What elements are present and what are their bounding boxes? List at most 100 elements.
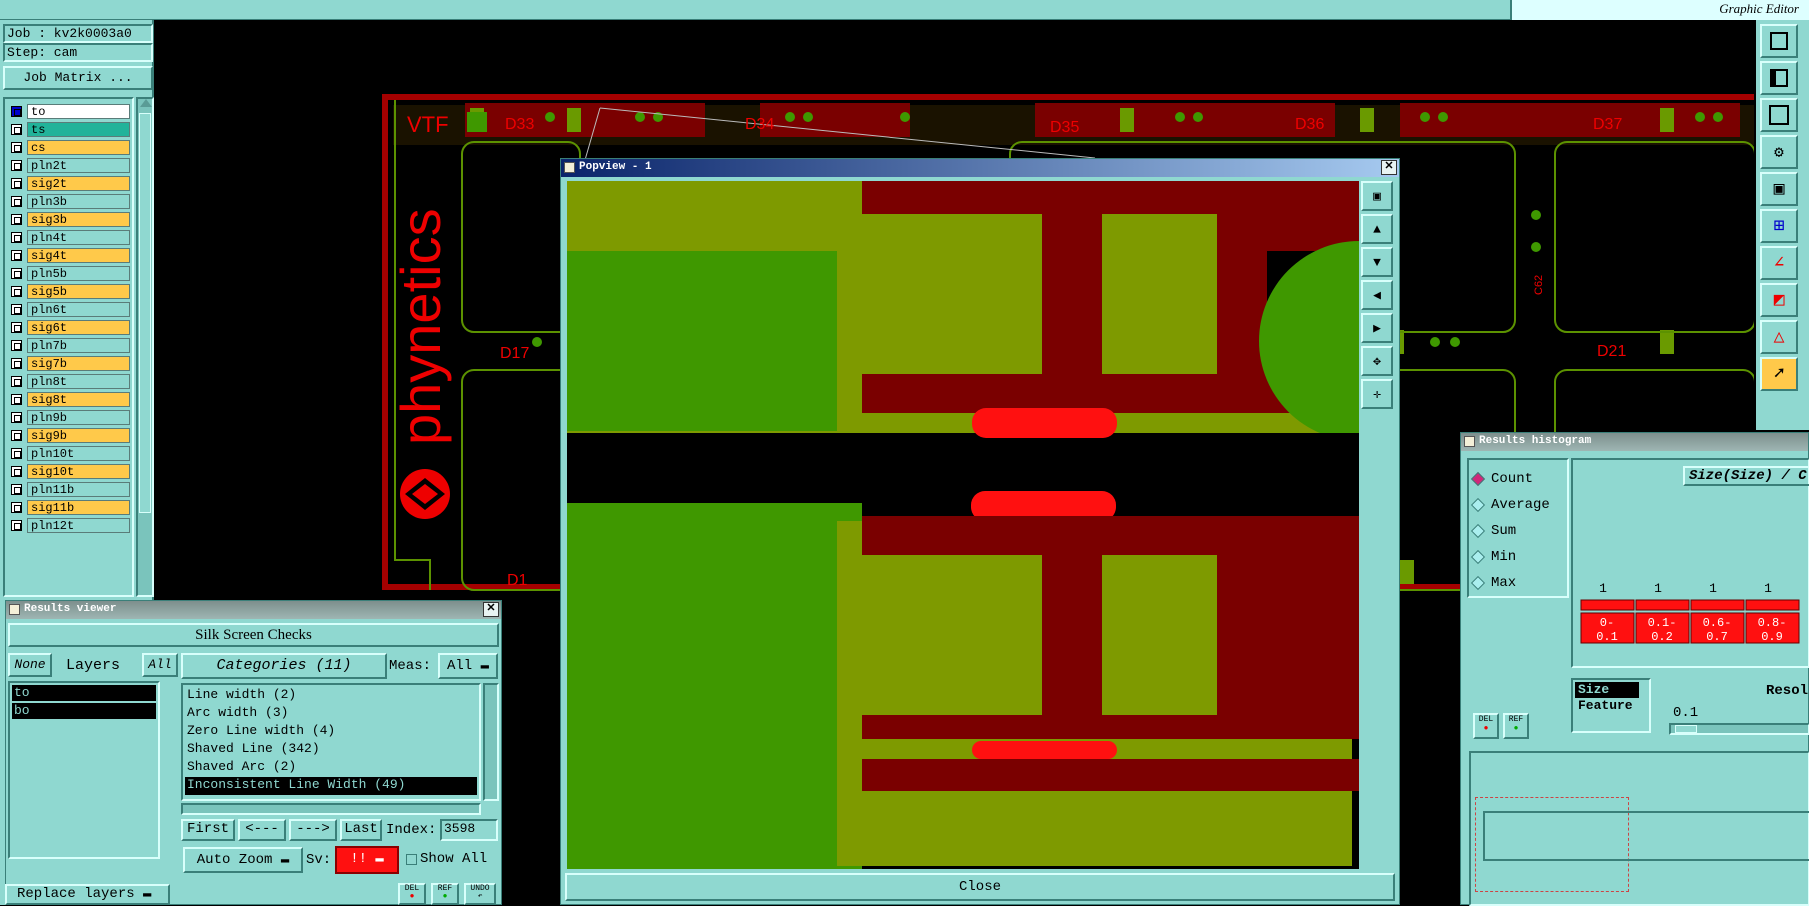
layers-all-button[interactable]: All	[142, 653, 178, 677]
layer-row-sig8t[interactable]: sig8t	[11, 390, 132, 408]
category-scrollbar[interactable]	[483, 683, 499, 801]
popview-zoom-in-tool[interactable]: ▣	[1361, 181, 1393, 211]
layer-row-sig4t[interactable]: sig4t	[11, 246, 132, 264]
category-item[interactable]: Zero Line width (4)	[185, 723, 477, 741]
category-item[interactable]: Arc width (3)	[185, 705, 477, 723]
pointer-tool[interactable]: ➚	[1760, 357, 1798, 391]
field-size[interactable]: Size	[1575, 682, 1639, 698]
mode-max[interactable]: Max	[1470, 570, 1563, 596]
layer-checkbox[interactable]	[11, 231, 22, 243]
popview-canvas[interactable]	[567, 181, 1359, 869]
layer-row-sig2t[interactable]: sig2t	[11, 174, 132, 192]
index-input[interactable]: 3598	[440, 819, 498, 841]
layers-none-button[interactable]: None	[8, 653, 52, 677]
layer-row-sig10t[interactable]: sig10t	[11, 462, 132, 480]
results-viewer-close-icon[interactable]: ✕	[483, 602, 499, 617]
layer-checkbox[interactable]	[11, 357, 22, 369]
bin-bar[interactable]	[1580, 599, 1635, 611]
popview-center-tool[interactable]: ✛	[1361, 379, 1393, 409]
result-layer-item[interactable]: bo	[12, 703, 156, 719]
layer-checkbox[interactable]	[11, 141, 22, 153]
layer-row-sig5b[interactable]: sig5b	[11, 282, 132, 300]
layer-checkbox[interactable]	[11, 321, 22, 333]
layer-row-pln11b[interactable]: pln11b	[11, 480, 132, 498]
mode-sum[interactable]: Sum	[1470, 518, 1563, 544]
layer-checkbox[interactable]	[11, 339, 22, 351]
fit-tool[interactable]	[1760, 98, 1798, 132]
layer-row-sig9b[interactable]: sig9b	[11, 426, 132, 444]
layer-checkbox[interactable]	[11, 105, 22, 117]
popview-fit-tool[interactable]: ✥	[1361, 346, 1393, 376]
layer-row-pln6t[interactable]: pln6t	[11, 300, 132, 318]
feature-tool[interactable]: ◩	[1760, 283, 1798, 317]
layer-row-ts[interactable]: ts	[11, 120, 132, 138]
next-button[interactable]: --->	[289, 819, 337, 841]
popview-pan-down-tool[interactable]: ▼	[1361, 247, 1393, 277]
layer-row-sig11b[interactable]: sig11b	[11, 498, 132, 516]
field-feature[interactable]: Feature	[1575, 698, 1647, 714]
layer-row-pln5b[interactable]: pln5b	[11, 264, 132, 282]
category-item[interactable]: Shaved Arc (2)	[185, 759, 477, 777]
mode-count[interactable]: Count	[1470, 466, 1563, 492]
first-button[interactable]: First	[181, 819, 235, 841]
layer-row-sig6t[interactable]: sig6t	[11, 318, 132, 336]
category-item[interactable]: Line width (2)	[185, 687, 477, 705]
measure-tool[interactable]: ⚙	[1760, 135, 1798, 169]
layer-checkbox[interactable]	[11, 483, 22, 495]
select-tool[interactable]: ▣	[1760, 172, 1798, 206]
zoom-home-tool[interactable]	[1760, 24, 1798, 58]
layer-row-pln9b[interactable]: pln9b	[11, 408, 132, 426]
resol-slider[interactable]	[1669, 723, 1809, 735]
category-item[interactable]: Inconsistent Line Width (49)	[185, 777, 477, 795]
last-button[interactable]: Last	[340, 819, 382, 841]
layer-list-scrollbar[interactable]	[136, 97, 154, 597]
layer-checkbox[interactable]	[11, 465, 22, 477]
layer-checkbox[interactable]	[11, 519, 22, 531]
layer-checkbox[interactable]	[11, 159, 22, 171]
auto-zoom-select[interactable]: Auto Zoom ▬	[183, 847, 303, 873]
category-hscrollbar[interactable]	[181, 803, 481, 815]
layer-checkbox[interactable]	[11, 249, 22, 261]
layer-row-to[interactable]: to	[11, 102, 132, 120]
popview-close-button[interactable]: Close	[565, 873, 1395, 901]
layer-checkbox[interactable]	[11, 393, 22, 405]
layer-checkbox[interactable]	[11, 447, 22, 459]
del-button[interactable]: DEL ●	[398, 883, 426, 905]
popview-pan-right-tool[interactable]: ▶	[1361, 313, 1393, 343]
layer-row-pln10t[interactable]: pln10t	[11, 444, 132, 462]
layer-checkbox[interactable]	[11, 411, 22, 423]
bin-bar[interactable]	[1635, 599, 1690, 611]
layer-checkbox[interactable]	[11, 177, 22, 189]
layer-row-pln8t[interactable]: pln8t	[11, 372, 132, 390]
histogram-del-button[interactable]: DEL ●	[1473, 713, 1499, 739]
sv-select[interactable]: !! ▬	[335, 846, 399, 874]
show-all-checkbox[interactable]: Show All	[406, 851, 487, 867]
category-item[interactable]: Shaved Line (342)	[185, 741, 477, 759]
popview-pan-up-tool[interactable]: ▲	[1361, 214, 1393, 244]
ref-button[interactable]: REF ●	[431, 883, 459, 905]
popview-pan-left-tool[interactable]: ◀	[1361, 280, 1393, 310]
prev-button[interactable]: <---	[238, 819, 286, 841]
pan-left-tool[interactable]	[1760, 61, 1798, 95]
undo-button[interactable]: UNDO ↶	[464, 883, 496, 905]
job-matrix-button[interactable]: Job Matrix ...	[3, 66, 153, 90]
layer-row-cs[interactable]: cs	[11, 138, 132, 156]
layer-checkbox[interactable]	[11, 429, 22, 441]
snap-tool[interactable]: ⊞	[1760, 209, 1798, 243]
bin-bar[interactable]	[1745, 599, 1800, 611]
layer-row-pln4t[interactable]: pln4t	[11, 228, 132, 246]
popview-close-icon[interactable]: ✕	[1381, 160, 1397, 175]
layer-row-pln7b[interactable]: pln7b	[11, 336, 132, 354]
layer-row-sig3b[interactable]: sig3b	[11, 210, 132, 228]
layer-checkbox[interactable]	[11, 267, 22, 279]
meas-select[interactable]: All ▬	[438, 653, 498, 679]
mode-min[interactable]: Min	[1470, 544, 1563, 570]
layer-checkbox[interactable]	[11, 285, 22, 297]
layer-checkbox[interactable]	[11, 303, 22, 315]
bin-bar[interactable]	[1690, 599, 1745, 611]
mode-average[interactable]: Average	[1470, 492, 1563, 518]
layer-checkbox[interactable]	[11, 375, 22, 387]
layer-row-sig7b[interactable]: sig7b	[11, 354, 132, 372]
layer-row-pln2t[interactable]: pln2t	[11, 156, 132, 174]
layer-checkbox[interactable]	[11, 501, 22, 513]
